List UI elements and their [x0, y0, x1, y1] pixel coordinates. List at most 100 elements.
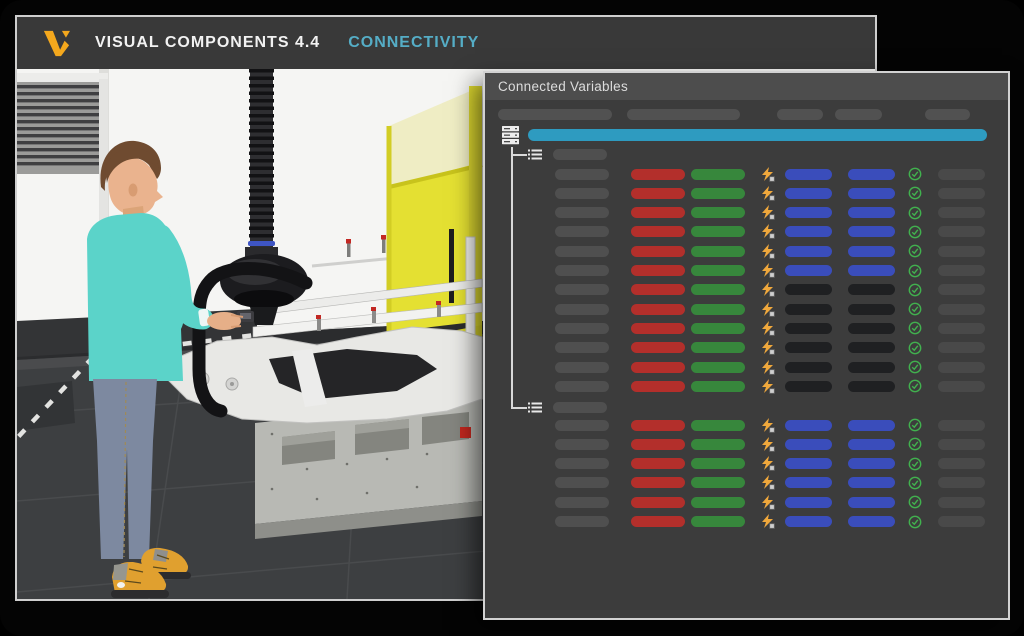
- server-value-pill[interactable]: [785, 226, 832, 237]
- tree-node-label-placeholder[interactable]: [553, 402, 607, 413]
- status-placeholder: [938, 207, 985, 218]
- source-variable-pill[interactable]: [631, 265, 685, 276]
- opc-server-connection-bar[interactable]: [528, 129, 987, 141]
- server-value-pill[interactable]: [785, 284, 832, 295]
- server-value-pill[interactable]: [785, 362, 832, 373]
- sim-value-pill[interactable]: [848, 381, 895, 392]
- variable-name-placeholder: [555, 497, 609, 508]
- lightning-icon: [761, 379, 777, 394]
- sim-value-pill[interactable]: [848, 226, 895, 237]
- target-variable-pill[interactable]: [691, 169, 745, 180]
- target-variable-pill[interactable]: [691, 246, 745, 257]
- source-variable-pill[interactable]: [631, 381, 685, 392]
- check-icon: [908, 321, 924, 335]
- target-variable-pill[interactable]: [691, 342, 745, 353]
- sim-value-pill[interactable]: [848, 497, 895, 508]
- sim-value-pill[interactable]: [848, 323, 895, 334]
- tree-node-label-placeholder[interactable]: [553, 149, 607, 160]
- server-value-pill[interactable]: [785, 188, 832, 199]
- sim-value-pill[interactable]: [848, 284, 895, 295]
- sim-value-pill[interactable]: [848, 516, 895, 527]
- target-variable-pill[interactable]: [691, 516, 745, 527]
- server-icon[interactable]: [502, 126, 519, 145]
- source-variable-pill[interactable]: [631, 226, 685, 237]
- column-header-placeholder[interactable]: [835, 109, 882, 120]
- server-value-pill[interactable]: [785, 304, 832, 315]
- source-variable-pill[interactable]: [631, 246, 685, 257]
- target-variable-pill[interactable]: [691, 284, 745, 295]
- source-variable-pill[interactable]: [631, 304, 685, 315]
- source-variable-pill[interactable]: [631, 439, 685, 450]
- target-variable-pill[interactable]: [691, 381, 745, 392]
- target-variable-pill[interactable]: [691, 207, 745, 218]
- column-header-placeholder[interactable]: [925, 109, 970, 120]
- sim-value-pill[interactable]: [848, 246, 895, 257]
- list-icon[interactable]: [528, 402, 544, 413]
- list-icon[interactable]: [528, 149, 544, 160]
- source-variable-pill[interactable]: [631, 420, 685, 431]
- sim-value-pill[interactable]: [848, 265, 895, 276]
- server-value-pill[interactable]: [785, 516, 832, 527]
- target-variable-pill[interactable]: [691, 420, 745, 431]
- target-variable-pill[interactable]: [691, 188, 745, 199]
- target-variable-pill[interactable]: [691, 458, 745, 469]
- target-variable-pill[interactable]: [691, 265, 745, 276]
- source-variable-pill[interactable]: [631, 477, 685, 488]
- target-variable-pill[interactable]: [691, 439, 745, 450]
- lightning-icon: [761, 340, 777, 355]
- server-value-pill[interactable]: [785, 342, 832, 353]
- sim-value-pill[interactable]: [848, 420, 895, 431]
- status-placeholder: [938, 169, 985, 180]
- source-variable-pill[interactable]: [631, 284, 685, 295]
- sim-value-pill[interactable]: [848, 362, 895, 373]
- source-variable-pill[interactable]: [631, 497, 685, 508]
- server-value-pill[interactable]: [785, 497, 832, 508]
- sim-value-pill[interactable]: [848, 169, 895, 180]
- column-header-placeholder[interactable]: [627, 109, 740, 120]
- sim-value-pill[interactable]: [848, 342, 895, 353]
- source-variable-pill[interactable]: [631, 342, 685, 353]
- source-variable-pill[interactable]: [631, 207, 685, 218]
- server-value-pill[interactable]: [785, 207, 832, 218]
- target-variable-pill[interactable]: [691, 304, 745, 315]
- source-variable-pill[interactable]: [631, 516, 685, 527]
- status-placeholder: [938, 439, 985, 450]
- column-header-placeholder[interactable]: [777, 109, 823, 120]
- lightning-icon: [761, 418, 777, 433]
- target-variable-pill[interactable]: [691, 226, 745, 237]
- status-placeholder: [938, 342, 985, 353]
- source-variable-pill[interactable]: [631, 362, 685, 373]
- variable-name-placeholder: [555, 458, 609, 469]
- lightning-icon: [761, 514, 777, 529]
- lightning-icon: [761, 475, 777, 490]
- source-variable-pill[interactable]: [631, 458, 685, 469]
- sim-value-pill[interactable]: [848, 304, 895, 315]
- server-value-pill[interactable]: [785, 323, 832, 334]
- server-value-pill[interactable]: [785, 439, 832, 450]
- lightning-icon: [761, 224, 777, 239]
- server-value-pill[interactable]: [785, 169, 832, 180]
- target-variable-pill[interactable]: [691, 362, 745, 373]
- target-variable-pill[interactable]: [691, 497, 745, 508]
- sim-value-pill[interactable]: [848, 188, 895, 199]
- server-value-pill[interactable]: [785, 420, 832, 431]
- variable-name-placeholder: [555, 439, 609, 450]
- source-variable-pill[interactable]: [631, 323, 685, 334]
- column-header-placeholder[interactable]: [498, 109, 612, 120]
- source-variable-pill[interactable]: [631, 188, 685, 199]
- server-value-pill[interactable]: [785, 246, 832, 257]
- sim-value-pill[interactable]: [848, 439, 895, 450]
- variable-name-placeholder: [555, 207, 609, 218]
- target-variable-pill[interactable]: [691, 323, 745, 334]
- server-value-pill[interactable]: [785, 458, 832, 469]
- target-variable-pill[interactable]: [691, 477, 745, 488]
- source-variable-pill[interactable]: [631, 169, 685, 180]
- server-value-pill[interactable]: [785, 477, 832, 488]
- sim-value-pill[interactable]: [848, 458, 895, 469]
- check-icon: [908, 283, 924, 297]
- sim-value-pill[interactable]: [848, 207, 895, 218]
- server-value-pill[interactable]: [785, 381, 832, 392]
- variable-name-placeholder: [555, 284, 609, 295]
- server-value-pill[interactable]: [785, 265, 832, 276]
- sim-value-pill[interactable]: [848, 477, 895, 488]
